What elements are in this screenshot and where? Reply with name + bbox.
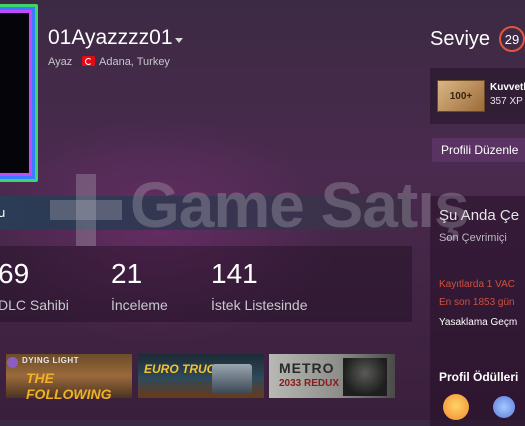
- profile-location: Adana, Turkey: [99, 56, 170, 68]
- stat-wishlist-count[interactable]: 141: [211, 258, 258, 290]
- game-subtitle: THE FOLLOWING: [26, 370, 112, 402]
- badge-xp: 357 XP: [490, 96, 523, 107]
- last-online-text: Son Çevrimiçi: [439, 232, 507, 244]
- game-capsule-metro[interactable]: METRO 2033 REDUX: [269, 354, 395, 398]
- stat-dlc-label[interactable]: DLC Sahibi: [0, 297, 69, 313]
- truck-art: [212, 364, 252, 394]
- game-capsule-dying-light[interactable]: DYING LIGHT THE FOLLOWING: [6, 354, 132, 402]
- ban-history-link[interactable]: Yasaklama Geçm: [439, 317, 517, 328]
- avatar: [0, 15, 27, 171]
- status-panel: [430, 196, 525, 426]
- dlc-icon: [7, 357, 18, 368]
- profile-real-name: Ayaz: [48, 56, 73, 68]
- gas-mask-art: [343, 358, 387, 396]
- online-status-title: Şu Anda Çe: [439, 207, 520, 224]
- edit-profile-button[interactable]: Profili Düzenle: [432, 138, 525, 162]
- turkey-flag-icon: [82, 56, 95, 66]
- profile-awards-title: Profil Ödülleri: [439, 370, 519, 384]
- level-label: Seviye: [430, 28, 491, 50]
- vac-ban-days-text: En son 1853 gün: [439, 297, 515, 308]
- profile-section-bar[interactable]: u: [0, 196, 412, 230]
- featured-badge[interactable]: 100+ Kuvvetli 357 XP: [430, 68, 525, 124]
- award-icon[interactable]: [493, 396, 515, 418]
- game-capsule-euro-truck[interactable]: EURO TRUCK: [138, 354, 264, 398]
- level-badge[interactable]: 29: [499, 26, 525, 52]
- chevron-down-icon[interactable]: [175, 38, 183, 43]
- badge-name: Kuvvetli: [490, 82, 525, 93]
- game-title: DYING LIGHT: [22, 356, 80, 365]
- stat-wishlist-label[interactable]: İstek Listesinde: [211, 297, 308, 313]
- badge-icon: 100+: [437, 80, 485, 112]
- avatar-frame[interactable]: [0, 4, 38, 182]
- section-bar-label: u: [0, 205, 6, 220]
- stat-reviews-count[interactable]: 21: [111, 258, 142, 290]
- game-subtitle: 2033 REDUX: [279, 378, 340, 389]
- award-emoji-icon[interactable]: [443, 394, 469, 420]
- stats-panel: 69 DLC Sahibi 21 İnceleme 141 İstek List…: [0, 246, 412, 322]
- profile-username[interactable]: 01Ayazzzz01: [48, 26, 173, 50]
- stat-reviews-label[interactable]: İnceleme: [111, 297, 168, 313]
- vac-ban-text: Kayıtlarda 1 VAC: [439, 279, 515, 290]
- stat-dlc-count[interactable]: 69: [0, 258, 29, 290]
- game-title: METRO: [279, 360, 335, 376]
